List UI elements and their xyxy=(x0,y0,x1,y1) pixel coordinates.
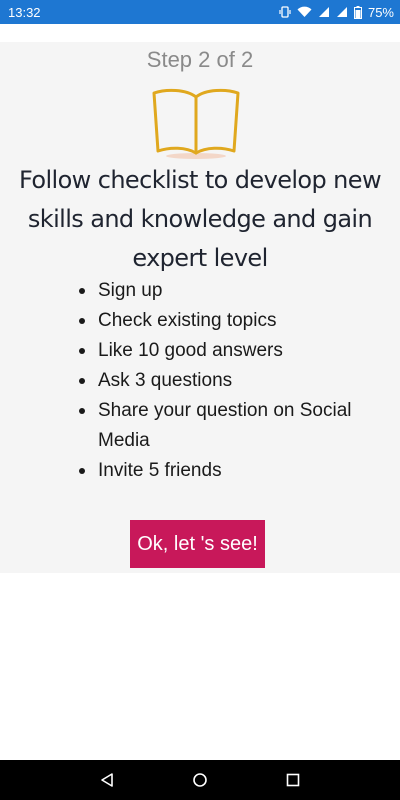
checklist-item: Ask 3 questions xyxy=(79,366,388,396)
ok-lets-see-button[interactable]: Ok, let 's see! xyxy=(130,520,265,568)
checklist-item: Invite 5 friends xyxy=(79,456,388,486)
open-book-icon xyxy=(148,85,244,164)
signal-icon xyxy=(318,6,330,18)
onboarding-card: Step 2 of 2 Follow checklist to develop … xyxy=(0,42,400,573)
checklist-item: Share your question on Social Media xyxy=(79,396,388,456)
status-bar: 13:32 75% xyxy=(0,0,400,24)
navigation-bar xyxy=(0,760,400,800)
status-icons: 75% xyxy=(279,5,394,20)
signal-icon xyxy=(336,6,348,18)
status-time: 13:32 xyxy=(8,4,41,20)
checklist-item: Like 10 good answers xyxy=(79,336,388,366)
battery-percent: 75% xyxy=(367,4,394,20)
back-icon[interactable] xyxy=(87,760,127,800)
step-indicator: Step 2 of 2 xyxy=(146,47,254,72)
checklist: Sign up Check existing topics Like 10 go… xyxy=(79,276,388,486)
recents-icon[interactable] xyxy=(273,760,313,800)
checklist-item: Check existing topics xyxy=(79,306,388,336)
checklist-item: Sign up xyxy=(79,276,388,306)
wifi-icon xyxy=(297,6,312,18)
home-icon[interactable] xyxy=(180,760,220,800)
battery-icon xyxy=(353,5,362,19)
onboarding-headline: Follow checklist to develop new skills a… xyxy=(19,166,382,272)
vibrate-icon xyxy=(279,6,291,18)
